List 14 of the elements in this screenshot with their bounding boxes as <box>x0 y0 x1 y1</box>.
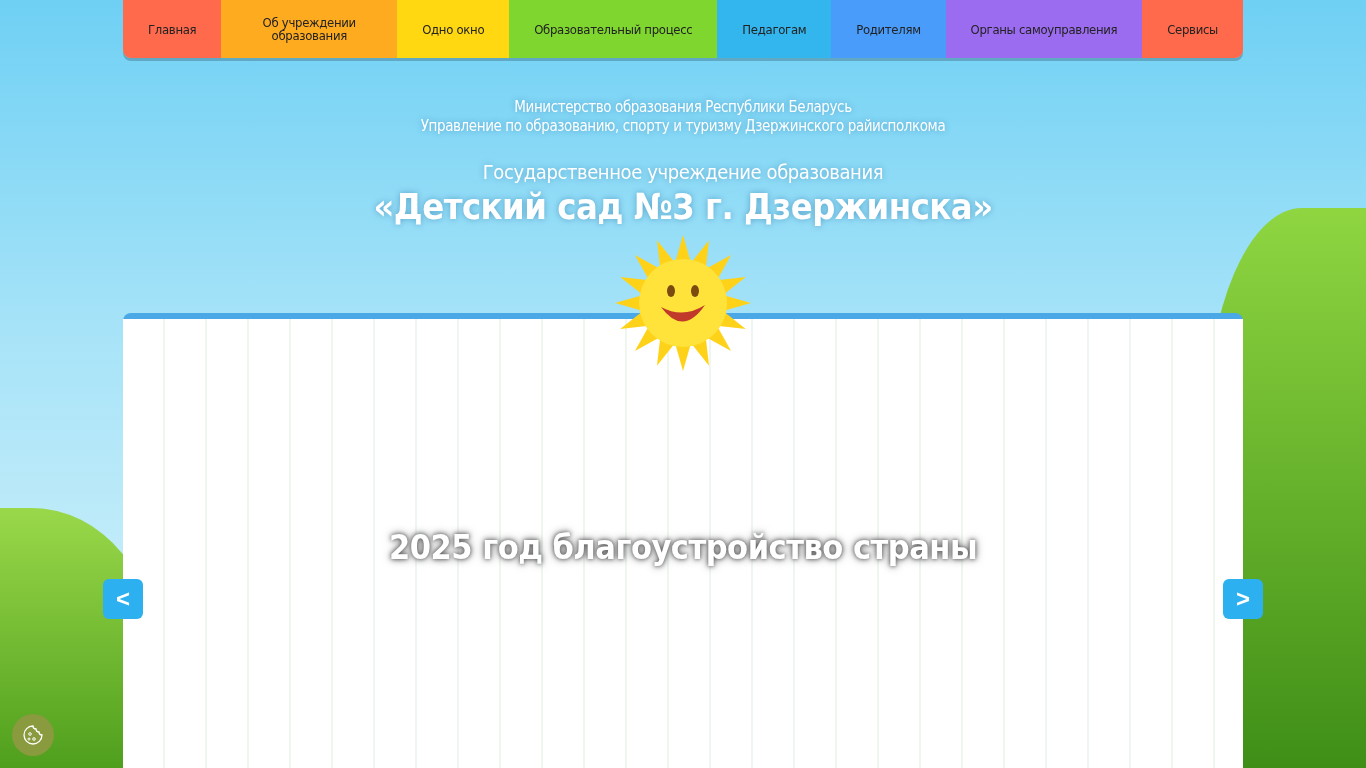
menu-item[interactable]: Образовательный процесс <box>509 0 718 58</box>
menu-item[interactable]: Органы самоуправления <box>945 0 1143 58</box>
ministry-text: Министерство образования Республики Беларусь <box>513 98 853 117</box>
menu-item[interactable]: Одно окно <box>397 0 510 58</box>
menu-item[interactable]: Об учреждении образования <box>221 0 398 58</box>
institution-type-text: Государственное учреждение образования <box>481 160 885 184</box>
cookie-icon <box>21 723 45 747</box>
menu-item[interactable]: Главная <box>123 0 222 58</box>
site-title: «Детский сад №3 г. Дзержинска» <box>373 186 993 227</box>
department-text: Управление по образованию, спорту и туризму Дзержинского райисполкома <box>419 117 947 136</box>
menu-item[interactable]: Сервисы <box>1142 0 1243 58</box>
menu-item[interactable]: Педагогам <box>717 0 832 58</box>
menu-item[interactable]: Родителям <box>831 0 946 58</box>
slide-caption: 2025 год благоустройство страны <box>388 526 978 567</box>
